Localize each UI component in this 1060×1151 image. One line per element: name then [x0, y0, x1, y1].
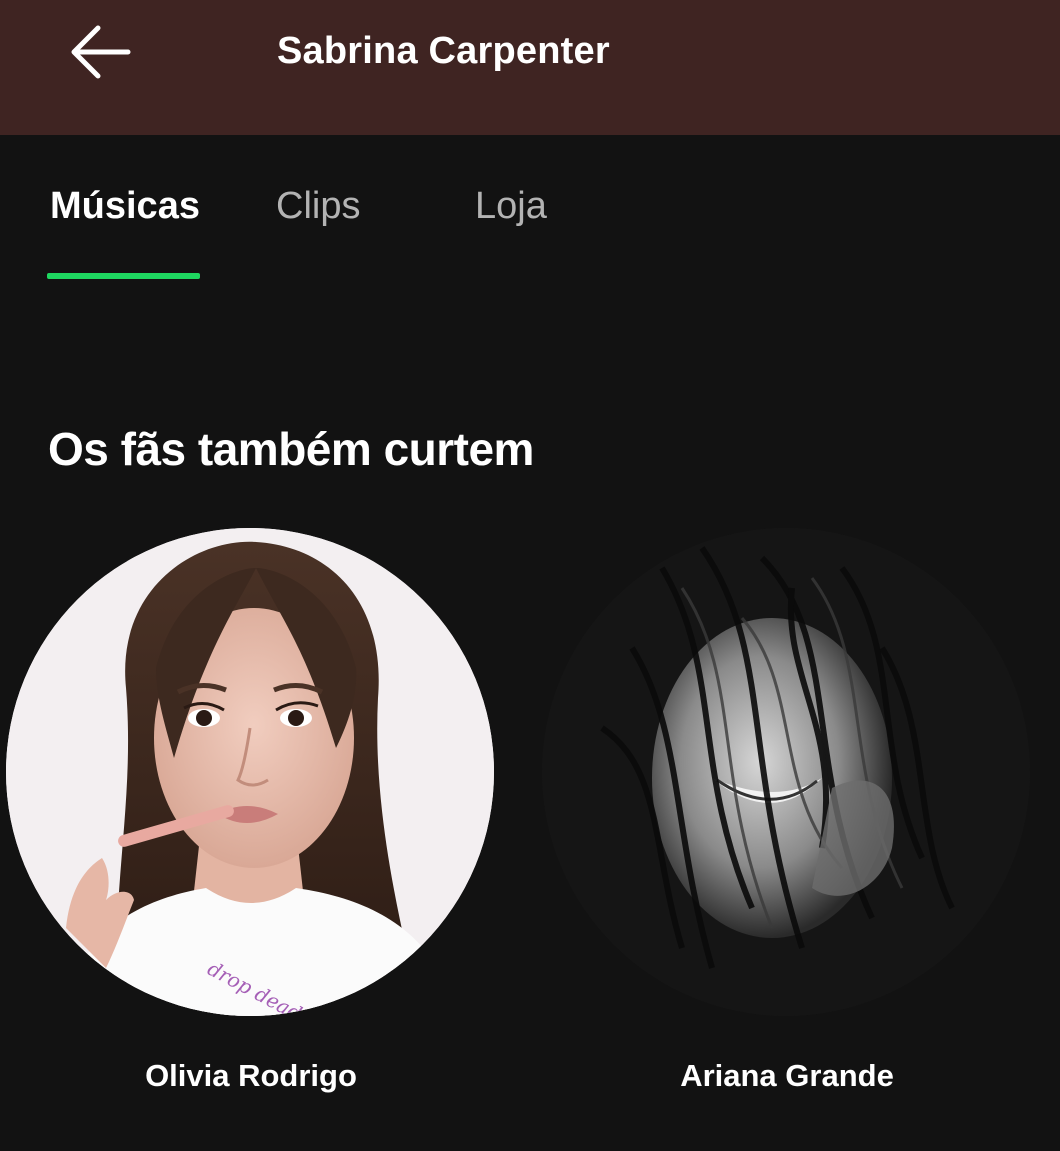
tab-loja[interactable]: Loja: [475, 185, 547, 228]
artist-image: [542, 528, 1030, 1016]
tab-clips[interactable]: Clips: [276, 185, 360, 228]
artist-card-ariana-grande[interactable]: Ariana Grande: [542, 528, 1032, 1093]
section-heading: Os fãs também curtem: [48, 423, 534, 475]
arrow-left-icon: [71, 25, 131, 79]
top-bar: Sabrina Carpenter: [0, 0, 1060, 135]
artist-photo: drop dead: [6, 528, 494, 1016]
artist-name: Olivia Rodrigo: [145, 1058, 357, 1093]
tab-musicas[interactable]: Músicas: [50, 185, 200, 228]
artist-image: drop dead: [6, 528, 494, 1016]
page-title: Sabrina Carpenter: [277, 30, 610, 72]
artist-photo: [542, 528, 1030, 1016]
artist-card-olivia-rodrigo[interactable]: drop dead Olivia Rodrigo: [6, 528, 496, 1093]
active-tab-indicator: [47, 273, 200, 279]
back-button[interactable]: [62, 18, 142, 88]
tab-bar: Músicas Clips Loja: [0, 135, 1060, 285]
artist-name: Ariana Grande: [680, 1058, 894, 1093]
artist-related-screen: Sabrina Carpenter Músicas Clips Loja Os …: [0, 0, 1060, 1151]
